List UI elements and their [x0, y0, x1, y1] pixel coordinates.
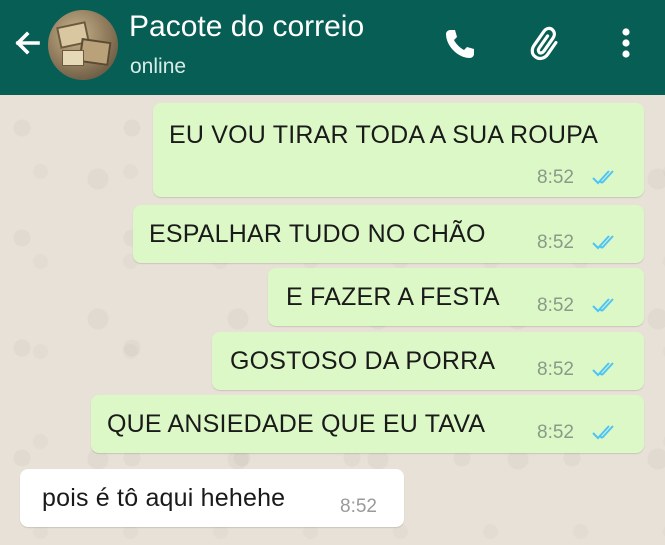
more-vertical-icon — [622, 28, 630, 58]
message-text: E FAZER A FESTA — [286, 283, 500, 311]
phone-icon — [446, 30, 474, 58]
message-bubble-outgoing[interactable]: ESPALHAR TUDO NO CHÃO 8:52 — [133, 205, 644, 263]
call-button[interactable] — [438, 22, 482, 66]
message-bubble-outgoing[interactable]: E FAZER A FESTA 8:52 — [268, 268, 644, 326]
arrow-left-icon — [15, 31, 40, 55]
message-text: GOSTOSO DA PORRA — [230, 347, 496, 375]
message-bubble-outgoing[interactable]: QUE ANSIEDADE QUE EU TAVA 8:52 — [91, 395, 644, 453]
message-time: 8:52 — [537, 295, 574, 316]
double-check-icon — [592, 362, 614, 377]
double-check-icon — [592, 170, 614, 185]
read-receipt — [591, 233, 621, 251]
chat-header: Pacote do correio online — [0, 0, 665, 95]
message-text: QUE ANSIEDADE QUE EU TAVA — [107, 410, 486, 438]
message-bubble-outgoing[interactable]: GOSTOSO DA PORRA 8:52 — [212, 332, 644, 390]
read-receipt — [591, 423, 621, 441]
double-check-icon — [592, 235, 614, 250]
double-check-icon — [592, 298, 614, 313]
message-time: 8:52 — [537, 232, 574, 253]
message-time: 8:52 — [340, 496, 377, 517]
double-check-icon — [592, 425, 614, 440]
message-text: ESPALHAR TUDO NO CHÃO — [149, 220, 486, 248]
message-text: EU VOU TIRAR TODA A SUA ROUPA — [169, 121, 599, 149]
message-time: 8:52 — [537, 422, 574, 443]
attach-button[interactable] — [526, 22, 570, 66]
read-receipt — [591, 168, 621, 186]
contact-status: online — [130, 55, 187, 78]
avatar[interactable] — [48, 10, 118, 80]
message-time: 8:52 — [537, 167, 574, 188]
back-button[interactable] — [8, 24, 46, 62]
message-text: pois é tô aqui hehehe — [42, 484, 286, 512]
message-bubble-outgoing[interactable]: EU VOU TIRAR TODA A SUA ROUPA 8:52 — [153, 103, 644, 197]
contact-name[interactable]: Pacote do correio — [129, 10, 364, 44]
read-receipt — [591, 296, 621, 314]
paperclip-icon — [530, 26, 558, 61]
message-time: 8:52 — [537, 359, 574, 380]
read-receipt — [591, 360, 621, 378]
menu-button[interactable] — [604, 22, 648, 66]
message-bubble-incoming[interactable]: pois é tô aqui hehehe 8:52 — [20, 469, 404, 527]
